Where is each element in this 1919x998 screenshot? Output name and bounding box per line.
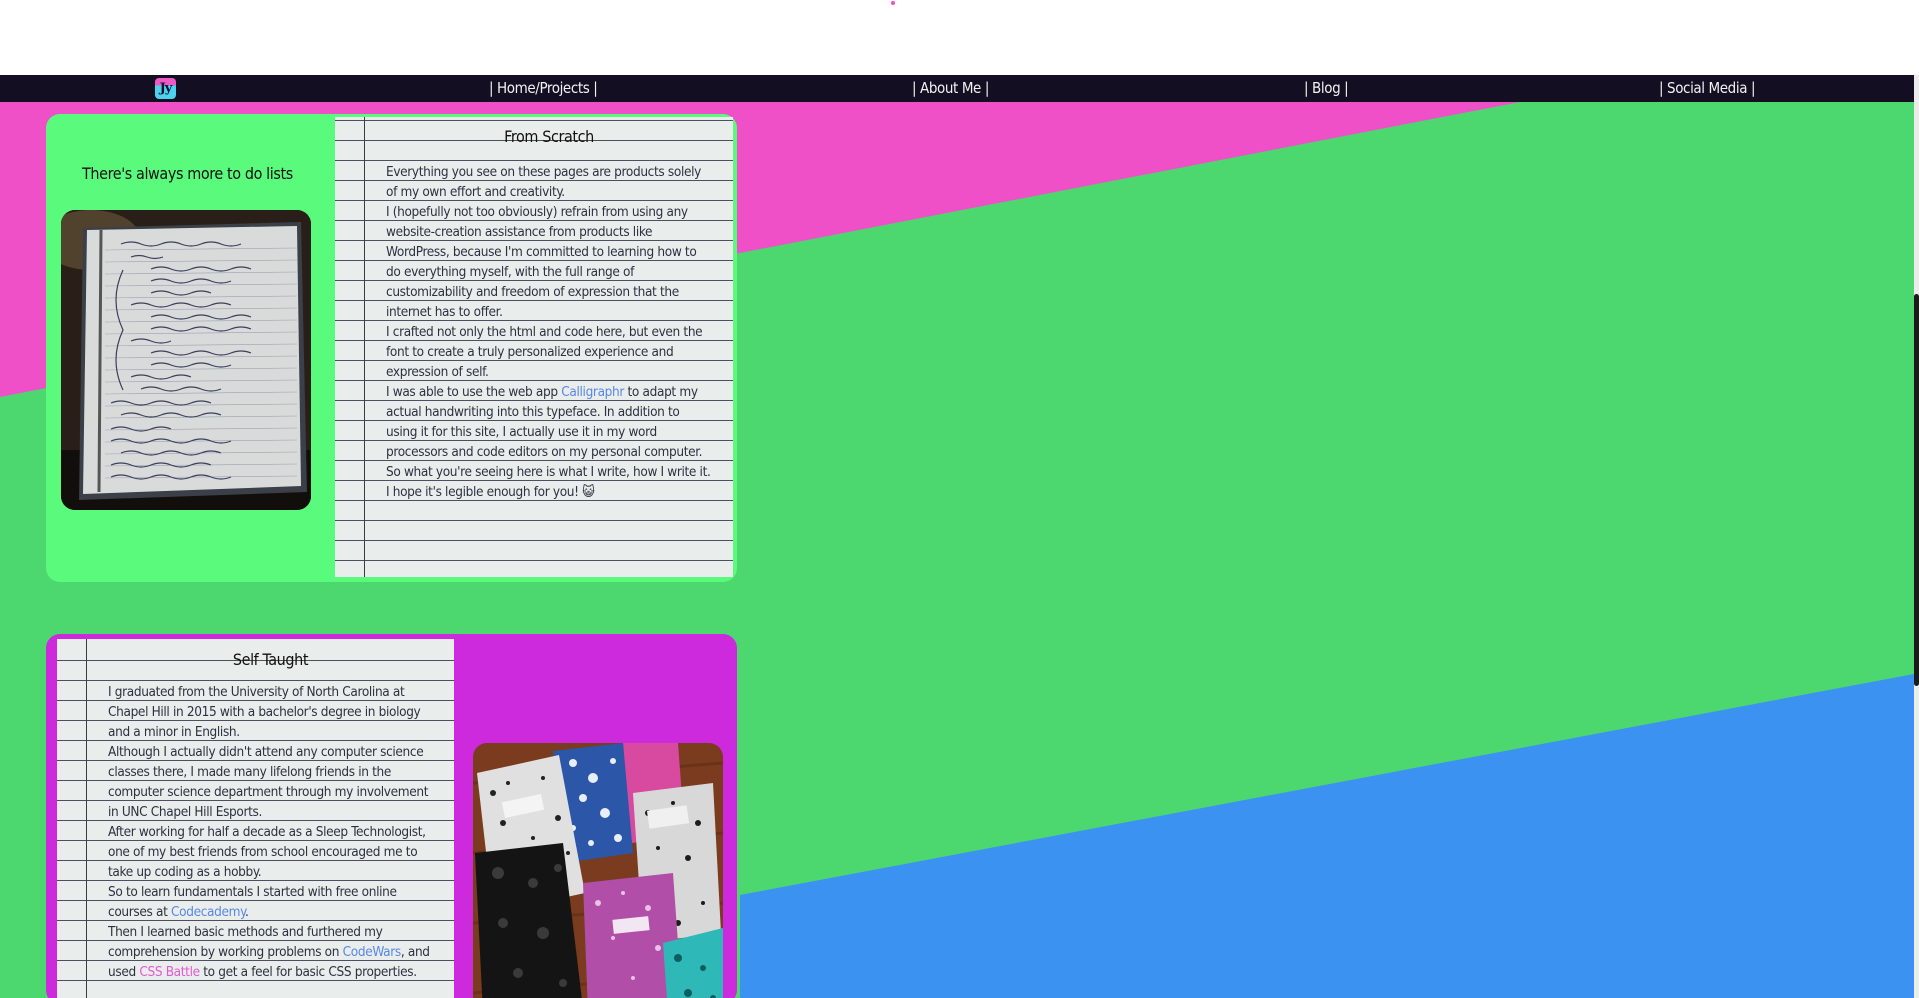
codecademy-link[interactable]: Codecademy bbox=[171, 904, 245, 920]
paragraph: So what you're seeing here is what I wri… bbox=[386, 464, 711, 480]
css-battle-link[interactable]: CSS Battle bbox=[139, 964, 200, 980]
nav-blog[interactable]: | Blog | bbox=[1304, 79, 1349, 97]
paragraph: I hope it's legible enough for you! 😺 bbox=[386, 484, 595, 500]
nav-home-projects[interactable]: | Home/Projects | bbox=[489, 79, 598, 97]
calligraphr-link[interactable]: Calligraphr bbox=[561, 384, 624, 400]
notebook-photo-icon bbox=[61, 210, 311, 510]
pink-dot bbox=[891, 1, 895, 5]
composition-notebooks-photo-icon bbox=[473, 743, 723, 998]
paper-body-from-scratch: Everything you see on these pages are pr… bbox=[386, 162, 713, 502]
text: to get a feel for basic CSS properties. bbox=[199, 964, 417, 980]
text: . bbox=[245, 904, 249, 920]
nav-social-media[interactable]: | Social Media | bbox=[1659, 79, 1756, 97]
nav-about-me[interactable]: | About Me | bbox=[912, 79, 989, 97]
paper-title-self-taught: Self Taught bbox=[232, 650, 309, 669]
text: I was able to use the web app bbox=[386, 384, 562, 400]
text: Then I learned basic methods and further… bbox=[108, 924, 383, 960]
scrollbar-thumb[interactable] bbox=[1914, 294, 1919, 686]
paragraph: I was able to use the web app Calligraph… bbox=[386, 382, 713, 462]
page-viewport: Jy | Home/Projects | | About Me | | Blog… bbox=[0, 0, 1919, 998]
paper-body-self-taught: I graduated from the University of North… bbox=[108, 682, 434, 982]
paragraph: After working for half a decade as a Sle… bbox=[108, 824, 426, 880]
paper-from-scratch: From Scratch Everything you see on these… bbox=[335, 117, 733, 577]
text: So to learn fundamentals I started with … bbox=[108, 884, 397, 920]
paragraph: I (hopefully not too obviously) refrain … bbox=[386, 204, 697, 320]
paper-self-taught: Self Taught I graduated from the Univers… bbox=[57, 639, 454, 998]
paragraph: Although I actually didn't attend any co… bbox=[108, 744, 429, 820]
top-navbar: Jy | Home/Projects | | About Me | | Blog… bbox=[0, 75, 1914, 102]
top-banner-area bbox=[0, 0, 1919, 75]
codewars-link[interactable]: CodeWars bbox=[343, 944, 402, 960]
notebook-caption: There's always more to do lists bbox=[82, 164, 293, 183]
paragraph: So to learn fundamentals I started with … bbox=[108, 882, 434, 922]
paragraph: I graduated from the University of North… bbox=[108, 684, 421, 740]
paper-title-from-scratch: From Scratch bbox=[504, 127, 594, 146]
paragraph: Everything you see on these pages are pr… bbox=[386, 164, 701, 200]
logo-icon[interactable]: Jy bbox=[155, 78, 176, 99]
paragraph: Then I learned basic methods and further… bbox=[108, 922, 434, 982]
paragraph: I crafted not only the html and code her… bbox=[386, 324, 703, 380]
